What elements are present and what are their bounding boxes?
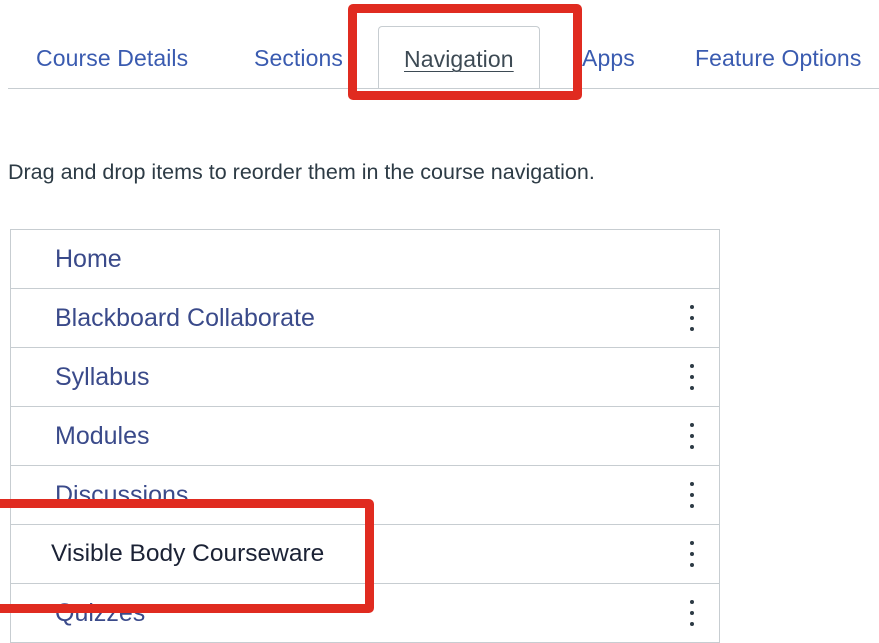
nav-item-label: Blackboard Collaborate: [55, 304, 315, 332]
nav-item-modules[interactable]: Modules: [11, 407, 719, 466]
vertical-ellipsis-icon[interactable]: [685, 421, 699, 451]
tab-navigation[interactable]: Navigation: [378, 26, 540, 89]
nav-item-label: Home: [55, 245, 122, 273]
vertical-ellipsis-icon[interactable]: [685, 362, 699, 392]
course-navigation-list: Home Blackboard Collaborate Syllabus Mod…: [10, 229, 720, 643]
tab-sections[interactable]: Sections: [254, 45, 343, 72]
nav-item-discussions[interactable]: Discussions: [11, 466, 719, 525]
nav-item-label: Modules: [55, 422, 150, 450]
tabs-divider: [8, 88, 879, 89]
vertical-ellipsis-icon[interactable]: [685, 303, 699, 333]
nav-item-visible-body-courseware[interactable]: Visible Body Courseware: [11, 525, 719, 584]
nav-item-syllabus[interactable]: Syllabus: [11, 348, 719, 407]
nav-item-label: Quizzes: [55, 599, 146, 627]
nav-item-label: Visible Body Courseware: [51, 540, 325, 567]
navigation-instructions: Drag and drop items to reorder them in t…: [8, 160, 595, 184]
vertical-ellipsis-icon[interactable]: [685, 539, 699, 569]
nav-item-quizzes[interactable]: Quizzes: [11, 584, 719, 643]
nav-item-label: Syllabus: [55, 363, 150, 391]
nav-item-blackboard-collaborate[interactable]: Blackboard Collaborate: [11, 289, 719, 348]
vertical-ellipsis-icon[interactable]: [685, 598, 699, 628]
tab-apps[interactable]: Apps: [582, 45, 635, 72]
nav-item-home[interactable]: Home: [11, 230, 719, 289]
tab-feature-options[interactable]: Feature Options: [695, 45, 861, 72]
nav-item-label: Discussions: [55, 481, 189, 509]
vertical-ellipsis-icon[interactable]: [685, 480, 699, 510]
tab-course-details[interactable]: Course Details: [36, 45, 188, 72]
settings-tabs: Course Details Sections Navigation Apps …: [8, 0, 879, 89]
